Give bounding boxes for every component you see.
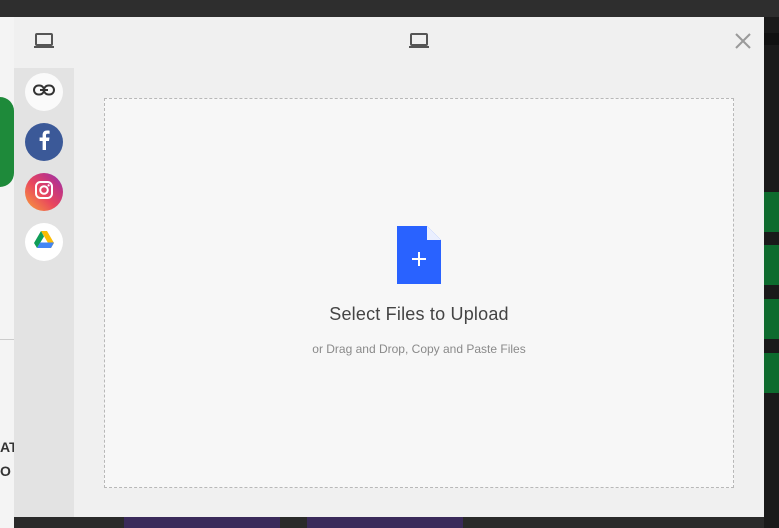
- background-text-fragment: O: [0, 463, 11, 479]
- link-icon: [33, 83, 55, 101]
- source-facebook-button[interactable]: [25, 123, 63, 161]
- background-block: [764, 353, 779, 393]
- upload-subtitle: or Drag and Drop, Copy and Paste Files: [312, 342, 526, 356]
- upload-title: Select Files to Upload: [329, 304, 509, 324]
- background-green-shape: [0, 97, 14, 187]
- dialog-header: [14, 17, 764, 68]
- background-divider: [0, 339, 14, 340]
- upload-dialog: Select Files to Upload or Drag and Drop,…: [14, 17, 764, 517]
- background-block: [764, 192, 779, 232]
- background-thumbnail: [124, 517, 280, 528]
- close-icon[interactable]: [734, 32, 752, 50]
- file-plus-icon[interactable]: [397, 226, 441, 284]
- background-thumbnail: [307, 517, 463, 528]
- background-page-top: [0, 0, 779, 17]
- background-page-bottom: [14, 517, 764, 528]
- background-block: [764, 33, 779, 45]
- facebook-icon: [38, 130, 50, 155]
- laptop-icon: [408, 32, 430, 50]
- laptop-icon[interactable]: [33, 32, 55, 50]
- file-dropzone[interactable]: Select Files to Upload or Drag and Drop,…: [104, 98, 734, 488]
- background-page-right: [764, 17, 779, 528]
- instagram-icon: [34, 180, 54, 205]
- background-block: [764, 299, 779, 339]
- source-link-button[interactable]: [25, 73, 63, 111]
- background-page-left: AT O: [0, 17, 18, 528]
- source-google-drive-button[interactable]: [25, 223, 63, 261]
- source-sidebar: [14, 68, 74, 517]
- upload-main-area: Select Files to Upload or Drag and Drop,…: [74, 68, 764, 517]
- background-block: [764, 245, 779, 285]
- google-drive-icon: [34, 230, 54, 254]
- source-instagram-button[interactable]: [25, 173, 63, 211]
